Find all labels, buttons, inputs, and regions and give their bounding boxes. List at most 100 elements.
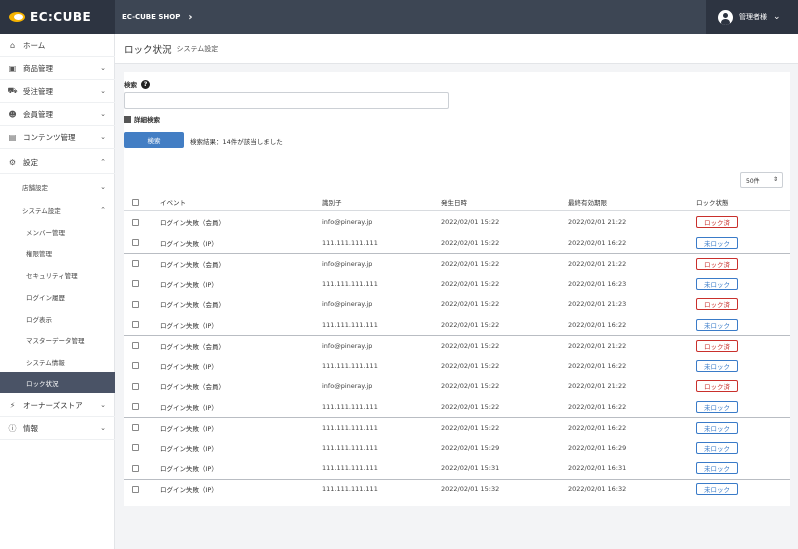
row-identifier: 111.111.111.111 (322, 320, 378, 329)
sidebar-item-label: セキュリティ管理 (26, 271, 78, 280)
row-checkbox-cell (132, 397, 139, 418)
row-status-cell: 未ロック (696, 356, 738, 377)
sidebar-item-info[interactable]: ⓘ 情報 ⌄ (0, 417, 115, 440)
row-checkbox[interactable] (132, 403, 139, 411)
sidebar-item-members[interactable]: メンバー管理 (0, 221, 115, 242)
header-identifier[interactable]: 識別子 (322, 194, 342, 210)
status-badge[interactable]: 未ロック (696, 359, 738, 372)
status-badge[interactable]: ロック済 (696, 216, 738, 229)
sidebar-item-home[interactable]: ⌂ ホーム (0, 34, 115, 57)
sort-arrows-icon: ⇕ (772, 176, 778, 183)
row-checkbox[interactable] (132, 362, 139, 370)
table-row: ログイン失敗（IP） 111.111.111.111 2022/02/01 15:2… (124, 356, 790, 377)
row-expire: 2022/02/01 16:29 (568, 443, 627, 452)
sidebar-item-label: 情報 (23, 423, 38, 433)
status-badge[interactable]: 未ロック (696, 318, 738, 331)
table-row: ログイン失敗（IP） 111.111.111.111 2022/02/01 15:2… (124, 315, 790, 336)
row-checkbox[interactable] (132, 464, 139, 472)
page-count-value: 50件 (746, 177, 760, 185)
sidebar-item-security[interactable]: セキュリティ管理 (0, 264, 115, 285)
header-datetime[interactable]: 発生日時 (441, 194, 467, 210)
sidebar-item-log[interactable]: ログ表示 (0, 308, 115, 329)
page-header: ロック状況 システム設定 (115, 34, 798, 64)
status-badge[interactable]: ロック済 (696, 339, 738, 352)
row-identifier: 111.111.111.111 (322, 361, 378, 370)
sidebar-item-orders[interactable]: ⛟ 受注管理 ⌄ (0, 80, 115, 103)
row-checkbox[interactable] (132, 218, 139, 226)
row-event: ログイン失敗（会員） (160, 342, 225, 351)
row-checkbox[interactable] (132, 444, 139, 452)
row-checkbox[interactable] (132, 342, 139, 350)
row-checkbox-cell (132, 315, 139, 336)
sidebar-item-label: 商品管理 (23, 63, 53, 73)
row-checkbox[interactable] (132, 260, 139, 268)
row-identifier: 111.111.111.111 (322, 443, 378, 452)
row-status-cell: ロック済 (696, 254, 738, 274)
status-badge[interactable]: 未ロック (696, 421, 738, 434)
sidebar-item-customers[interactable]: ☻ 会員管理 ⌄ (0, 103, 115, 126)
sidebar-item-authority[interactable]: 権限管理 (0, 242, 115, 263)
cart-icon: ⛟ (7, 86, 18, 95)
status-badge[interactable]: ロック済 (696, 298, 738, 311)
chevron-down-icon: ⌄ (100, 87, 106, 95)
detail-search-toggle[interactable]: 詳細検索 (124, 114, 160, 124)
help-icon[interactable]: ? (141, 79, 150, 89)
header-status[interactable]: ロック状態 (696, 194, 729, 210)
user-menu[interactable]: 管理者様 ⌄ (706, 0, 798, 34)
header-event[interactable]: イベント (160, 194, 186, 210)
sidebar-item-lock-status[interactable]: ロック状況 (0, 372, 115, 393)
row-status-cell: ロック済 (696, 212, 738, 233)
status-badge[interactable]: ロック済 (696, 257, 738, 270)
sidebar-item-products[interactable]: ▣ 商品管理 ⌄ (0, 57, 115, 80)
row-event: ログイン失敗（IP） (160, 424, 218, 433)
table-row: ログイン失敗（会員） info@pineray.jp 2022/02/01 15:2… (124, 376, 790, 397)
table-row: ログイン失敗（IP） 111.111.111.111 2022/02/01 15:2… (124, 438, 790, 459)
sidebar-item-owners-store[interactable]: ⚡ オーナーズストア ⌄ (0, 394, 115, 417)
status-badge[interactable]: 未ロック (696, 462, 738, 475)
row-checkbox[interactable] (132, 239, 139, 247)
shop-link[interactable]: EC-CUBE SHOP › (122, 0, 192, 34)
sidebar-item-shop-settings[interactable]: 店舗設定 ⌄ (0, 176, 115, 197)
status-badge[interactable]: 未ロック (696, 441, 738, 454)
status-badge[interactable]: 未ロック (696, 236, 738, 249)
status-badge[interactable]: ロック済 (696, 380, 738, 393)
plug-icon: ⚡ (9, 400, 16, 410)
sidebar-item-system-info[interactable]: システム情報 (0, 351, 115, 372)
status-badge[interactable]: 未ロック (696, 483, 738, 496)
chevron-up-icon: ⌃ (100, 158, 106, 166)
logo[interactable]: EC:CUBE (0, 0, 115, 34)
top-header: EC:CUBE EC-CUBE SHOP › 管理者様 ⌄ (0, 0, 798, 34)
row-checkbox[interactable] (132, 321, 139, 329)
row-checkbox[interactable] (132, 300, 139, 308)
sidebar-item-login-history[interactable]: ログイン履歴 (0, 286, 115, 307)
row-status-cell: ロック済 (696, 376, 738, 397)
row-checkbox-cell (132, 294, 139, 315)
row-checkbox-cell (132, 480, 139, 500)
search-button[interactable]: 検索 (124, 132, 184, 148)
row-datetime: 2022/02/01 15:22 (441, 238, 500, 247)
sidebar-item-settings[interactable]: ⚙ 設定 ⌃ (0, 151, 115, 174)
row-expire: 2022/02/01 16:22 (568, 320, 627, 329)
sidebar-item-label: ログイン履歴 (26, 293, 65, 302)
sidebar-item-label: マスターデータ管理 (26, 336, 85, 345)
status-badge[interactable]: 未ロック (696, 400, 738, 413)
select-all-checkbox[interactable] (132, 198, 139, 206)
sidebar-item-system-settings[interactable]: システム設定 ⌃ (0, 199, 115, 220)
row-checkbox[interactable] (132, 485, 139, 493)
row-checkbox[interactable] (132, 424, 139, 432)
search-input[interactable] (124, 92, 449, 109)
table-row: ログイン失敗（IP） 111.111.111.111 2022/02/01 15:3… (124, 458, 790, 479)
header-last-auth[interactable]: 最終有効期限 (568, 194, 607, 210)
row-event: ログイン失敗（IP） (160, 362, 218, 371)
row-checkbox[interactable] (132, 382, 139, 390)
page-title: ロック状況 (124, 44, 172, 56)
sidebar-item-contents[interactable]: ▤ コンテンツ管理 ⌄ (0, 126, 115, 149)
table-row: ログイン失敗（IP） 111.111.111.111 2022/02/01 15:2… (124, 397, 790, 418)
row-checkbox[interactable] (132, 280, 139, 288)
table-row: ログイン失敗（IP） 111.111.111.111 2022/02/01 15:3… (124, 478, 790, 500)
status-badge[interactable]: 未ロック (696, 277, 738, 290)
page-count-select[interactable]: 50件 ⇕ (740, 172, 783, 188)
sidebar-item-masterdata[interactable]: マスターデータ管理 (0, 329, 115, 350)
row-expire: 2022/02/01 21:22 (568, 341, 627, 350)
file-icon: ▤ (8, 132, 17, 142)
